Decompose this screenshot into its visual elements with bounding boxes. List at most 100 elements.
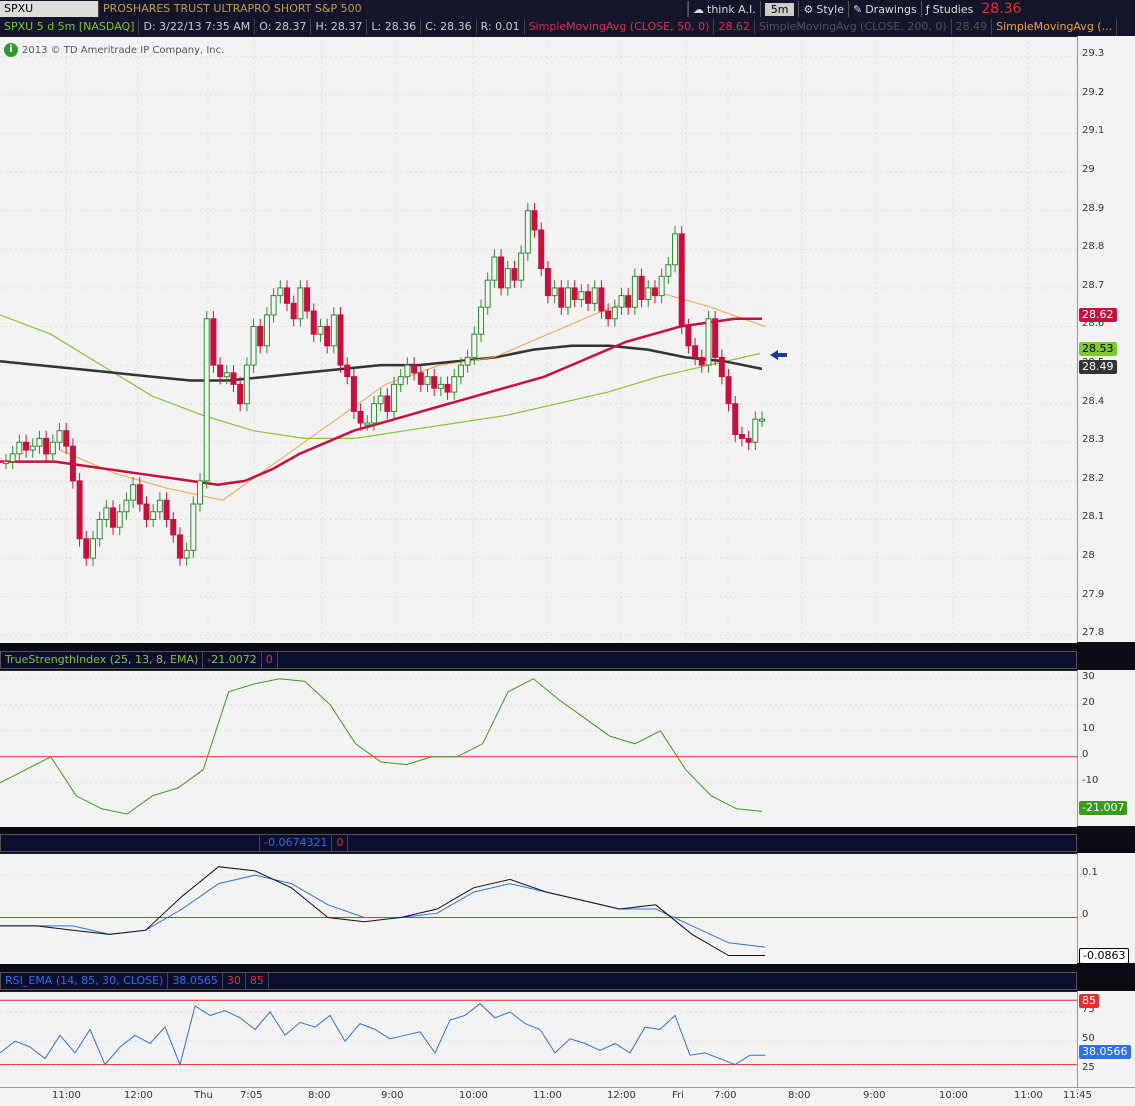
candle-body bbox=[424, 376, 431, 385]
candle-body bbox=[531, 210, 538, 231]
tsi-tick-label: -10 bbox=[1082, 774, 1099, 786]
style-icon: ⚙ bbox=[803, 2, 814, 16]
info-range: R: 0.01 bbox=[477, 19, 525, 35]
info-bar: SPXU 5 d 5m [NASDAQ] D: 3/22/13 7:35 AM … bbox=[0, 18, 1135, 36]
candle-body bbox=[457, 364, 464, 378]
info-sma200-value: 28.49 bbox=[952, 19, 993, 35]
symbol-field[interactable]: SPXU bbox=[0, 1, 99, 17]
candle-body bbox=[504, 268, 511, 289]
sma200-tag: 28.49 bbox=[1079, 360, 1117, 374]
candle-body bbox=[217, 364, 224, 378]
p3-value: -0.0674321 bbox=[260, 835, 333, 851]
candle-body bbox=[377, 395, 384, 405]
time-tick-label: 7:00 bbox=[714, 1090, 737, 1101]
candle-body bbox=[391, 383, 398, 412]
price-tick-label: 28.4 bbox=[1082, 395, 1105, 407]
candle-body bbox=[257, 325, 264, 347]
candle-body bbox=[564, 287, 571, 308]
price-tick-label: 28.2 bbox=[1082, 472, 1105, 484]
time-tick-label: 11:00 bbox=[533, 1090, 562, 1101]
copyright: i 2013 © TD Ameritrade IP Company, Inc. bbox=[4, 43, 224, 57]
price-tick-label: 28 bbox=[1082, 550, 1095, 562]
style-button[interactable]: ⚙ Style bbox=[798, 1, 848, 17]
rsi-tag: 38.0566 bbox=[1079, 1045, 1131, 1059]
tsi-panel[interactable] bbox=[0, 670, 1077, 827]
candle-body bbox=[431, 376, 438, 389]
candle-body bbox=[324, 325, 331, 347]
p3-panel[interactable] bbox=[0, 853, 1077, 964]
candle-body bbox=[357, 410, 364, 424]
time-tick-label: 11:45 bbox=[1063, 1090, 1092, 1101]
candle-body bbox=[578, 291, 585, 300]
candle-body bbox=[551, 287, 558, 297]
price-tick-label: 27.9 bbox=[1082, 588, 1105, 600]
candle-body bbox=[364, 422, 371, 426]
candle-body bbox=[591, 287, 598, 304]
drawings-button[interactable]: ✎ Drawings bbox=[847, 1, 921, 17]
candle-body bbox=[344, 364, 351, 378]
candle-body bbox=[444, 383, 451, 393]
studies-button[interactable]: ƒ Studies bbox=[920, 1, 978, 17]
info-icon[interactable]: i bbox=[4, 43, 18, 57]
p3-black-line bbox=[0, 866, 765, 956]
candle-body bbox=[518, 252, 525, 281]
candle-body bbox=[712, 318, 719, 358]
candle-body bbox=[692, 345, 699, 358]
price-tick-label: 29.3 bbox=[1082, 48, 1105, 60]
interval-button[interactable]: 5m bbox=[759, 1, 799, 17]
candle-body bbox=[116, 511, 123, 528]
candle-body bbox=[618, 295, 625, 308]
think-button[interactable]: ☁ think A.I. bbox=[688, 1, 760, 17]
brain-icon: ☁ bbox=[693, 2, 704, 16]
candle-body bbox=[290, 302, 297, 320]
candle-body bbox=[150, 511, 157, 520]
candle-body bbox=[665, 264, 672, 277]
p3-tick-label: 0.1 bbox=[1082, 867, 1098, 879]
p3-header: -0.0674321 0 bbox=[0, 834, 1077, 852]
candle-body bbox=[558, 287, 565, 308]
candle-body bbox=[538, 229, 545, 270]
tsi-tick-label: 20 bbox=[1082, 696, 1095, 708]
candle-body bbox=[183, 549, 190, 559]
candle-body bbox=[471, 333, 478, 358]
candle-body bbox=[16, 441, 23, 455]
last-price: 28.36 bbox=[981, 1, 1022, 17]
candle-body bbox=[631, 275, 638, 308]
time-tick-label: 12:00 bbox=[607, 1090, 636, 1101]
candle-body bbox=[404, 364, 411, 378]
candle-body bbox=[544, 268, 551, 297]
time-tick-label: 12:00 bbox=[124, 1090, 153, 1101]
p3-label bbox=[1, 835, 260, 851]
candle-body bbox=[437, 383, 444, 389]
info-date: D: 3/22/13 7:35 AM bbox=[139, 19, 256, 35]
rsi-panel[interactable] bbox=[0, 991, 1077, 1088]
candle-body bbox=[725, 376, 732, 405]
green-ma-tag: 28.53 bbox=[1079, 342, 1117, 356]
price-tick-label: 28.1 bbox=[1082, 511, 1105, 523]
pencil-icon: ✎ bbox=[852, 2, 863, 16]
time-tick-label: 10:00 bbox=[459, 1090, 488, 1101]
time-tick-label: 8:00 bbox=[788, 1090, 811, 1101]
price-tick-label: 28.8 bbox=[1082, 241, 1105, 253]
title-bar: SPXU PROSHARES TRUST ULTRAPRO SHORT S&P … bbox=[0, 0, 1135, 18]
p3-zero: 0 bbox=[332, 835, 349, 851]
candle-body bbox=[190, 503, 197, 551]
candle-body bbox=[417, 372, 424, 385]
candle-body bbox=[3, 461, 9, 465]
price-panel[interactable]: i 2013 © TD Ameritrade IP Company, Inc. bbox=[0, 36, 1077, 643]
info-open: O: 28.37 bbox=[255, 19, 312, 35]
candle-body bbox=[210, 318, 217, 366]
candle-body bbox=[76, 480, 83, 540]
tsi-zero: 0 bbox=[262, 652, 278, 668]
candle-body bbox=[96, 518, 103, 540]
candle-body bbox=[611, 306, 618, 320]
candle-body bbox=[143, 503, 150, 520]
candle-body bbox=[49, 441, 56, 455]
candle-body bbox=[277, 287, 284, 297]
price-tick-label: 29 bbox=[1082, 164, 1095, 176]
candle-body bbox=[451, 376, 458, 393]
tsi-value: -21.0072 bbox=[203, 652, 262, 668]
candle-body bbox=[223, 372, 230, 378]
candle-body bbox=[464, 356, 471, 366]
p3-tick-label: 0 bbox=[1082, 909, 1089, 921]
